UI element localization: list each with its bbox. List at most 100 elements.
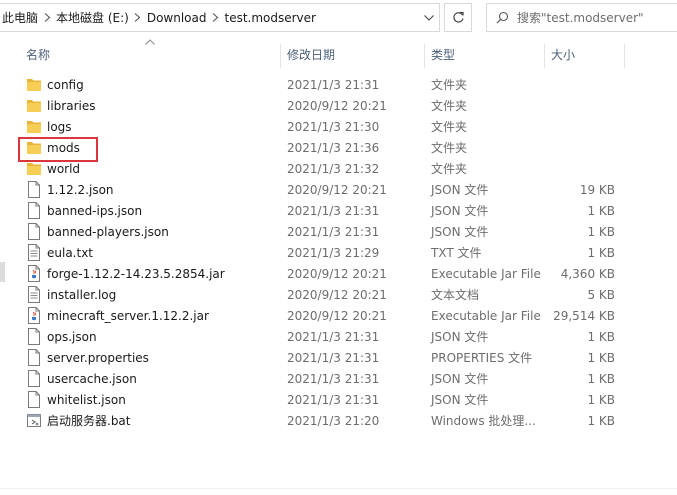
file-row-usercache-json[interactable]: usercache.json 2021/1/3 21:31 JSON 文件 1 KB (0, 368, 677, 389)
file-size: 1 KB (587, 371, 615, 386)
file-type: 文件夹 (431, 141, 468, 155)
file-type: 文本文档 (431, 288, 480, 302)
column-type-header[interactable]: 类型 (431, 38, 455, 70)
file-name: logs (47, 119, 72, 134)
file-date: 2021/1/3 21:31 (287, 224, 380, 239)
file-size: 1 KB (587, 350, 615, 365)
file-row-banned-players-json[interactable]: banned-players.json 2021/1/3 21:31 JSON 文件… (0, 221, 677, 242)
column-divider[interactable] (544, 44, 545, 68)
file-icon (26, 181, 42, 198)
file-date: 2021/1/3 21:31 (287, 203, 380, 218)
file-row-banned-ips-json[interactable]: banned-ips.json 2021/1/3 21:31 JSON 文件 1 KB (0, 200, 677, 221)
status-divider (0, 488, 677, 489)
file-date: 2021/1/3 21:20 (287, 413, 380, 428)
file-name: usercache.json (47, 371, 137, 386)
file-icon (26, 328, 42, 345)
breadcrumb-this-pc[interactable]: 此电脑 (0, 9, 40, 26)
file-size: 19 KB (579, 182, 615, 197)
file-row--bat[interactable]: 启动服务器.bat 2021/1/3 21:20 Windows 批处理... 1 K… (0, 410, 677, 431)
folder-icon (26, 118, 42, 135)
file-type: TXT 文件 (431, 246, 482, 260)
file-date: 2020/9/12 20:21 (287, 182, 387, 197)
file-size: 1 KB (587, 392, 615, 407)
file-icon (26, 370, 42, 387)
column-name-header[interactable]: 名称 (26, 38, 50, 70)
file-row-ops-json[interactable]: ops.json 2021/1/3 21:31 JSON 文件 1 KB (0, 326, 677, 347)
file-date: 2020/9/12 20:21 (287, 266, 387, 281)
file-row-minecraft-server-1-12-2-jar[interactable]: minecraft_server.1.12.2.jar 2020/9/12 20:… (0, 305, 677, 326)
file-row-eula-txt[interactable]: eula.txt 2021/1/3 21:29 TXT 文件 1 KB (0, 242, 677, 263)
file-date: 2020/9/12 20:21 (287, 287, 387, 302)
navigation-bar: 此电脑 本地磁盘 (E:) Download test.modserver 搜索… (0, 0, 677, 38)
breadcrumb-separator-icon[interactable] (40, 4, 54, 31)
file-row-mods[interactable]: mods 2021/1/3 21:36 文件夹 (0, 137, 677, 158)
column-header: 名称 修改日期 类型 大小 (0, 38, 677, 70)
file-type: JSON 文件 (431, 225, 489, 239)
file-row-world[interactable]: world 2021/1/3 21:32 文件夹 (0, 158, 677, 179)
file-row-installer-log[interactable]: installer.log 2020/9/12 20:21 文本文档 5 KB (0, 284, 677, 305)
breadcrumb-separator-icon[interactable] (208, 4, 222, 31)
file-size: 1 KB (587, 413, 615, 428)
file-name: banned-players.json (47, 224, 169, 239)
file-name: server.properties (47, 350, 149, 365)
folder-icon (26, 160, 42, 177)
column-size-header[interactable]: 大小 (551, 38, 575, 70)
refresh-icon (452, 11, 464, 23)
breadcrumb-drive[interactable]: 本地磁盘 (E:) (54, 9, 131, 26)
file-row-forge-1-12-2-14-23-5-2854-jar[interactable]: forge-1.12.2-14.23.5.2854.jar 2020/9/12 2… (0, 263, 677, 284)
file-size: 1 KB (587, 203, 615, 218)
file-row-logs[interactable]: logs 2021/1/3 21:30 文件夹 (0, 116, 677, 137)
file-name: banned-ips.json (47, 203, 143, 218)
file-name: eula.txt (47, 245, 94, 260)
file-row-server-properties[interactable]: server.properties 2021/1/3 21:31 PROPERTIE… (0, 347, 677, 368)
file-row-libraries[interactable]: libraries 2020/9/12 20:21 文件夹 (0, 95, 677, 116)
file-type: PROPERTIES 文件 (431, 351, 533, 365)
file-name: config (47, 77, 84, 92)
navigation-pane-edge[interactable] (0, 262, 5, 282)
column-divider[interactable] (424, 44, 425, 68)
breadcrumb-download[interactable]: Download (145, 11, 209, 25)
file-date: 2021/1/3 21:32 (287, 161, 380, 176)
text-file-icon (26, 244, 42, 261)
jar-file-icon (26, 307, 42, 324)
file-row-1-12-2-json[interactable]: 1.12.2.json 2020/9/12 20:21 JSON 文件 19 KB (0, 179, 677, 200)
file-type: JSON 文件 (431, 393, 489, 407)
file-icon (26, 349, 42, 366)
breadcrumb-separator-icon[interactable] (131, 4, 145, 31)
address-bar[interactable]: 此电脑 本地磁盘 (E:) Download test.modserver (0, 3, 440, 32)
jar-file-icon (26, 265, 42, 282)
file-name: minecraft_server.1.12.2.jar (47, 308, 209, 323)
file-date: 2021/1/3 21:36 (287, 140, 380, 155)
file-date: 2021/1/3 21:29 (287, 245, 380, 260)
folder-icon (26, 97, 42, 114)
column-date-header[interactable]: 修改日期 (287, 38, 335, 70)
sort-ascending-icon (145, 39, 155, 45)
file-row-config[interactable]: config 2021/1/3 21:31 文件夹 (0, 74, 677, 95)
file-type: JSON 文件 (431, 372, 489, 386)
column-divider[interactable] (624, 44, 625, 68)
file-size: 1 KB (587, 245, 615, 260)
file-name: installer.log (47, 287, 117, 302)
file-type: Windows 批处理... (431, 414, 536, 428)
file-icon (26, 391, 42, 408)
file-date: 2020/9/12 20:21 (287, 308, 387, 323)
file-size: 29,514 KB (553, 308, 615, 323)
file-date: 2021/1/3 21:31 (287, 392, 380, 407)
file-type: JSON 文件 (431, 330, 489, 344)
mods-highlight-box (18, 137, 98, 162)
search-box[interactable]: 搜索"test.modserver" (486, 3, 677, 32)
breadcrumb-current-folder[interactable]: test.modserver (222, 11, 318, 25)
column-divider[interactable] (280, 44, 281, 68)
file-name: ops.json (47, 329, 97, 344)
text-file-icon (26, 286, 42, 303)
file-type: JSON 文件 (431, 204, 489, 218)
file-type: Executable Jar File (431, 266, 541, 281)
file-row-whitelist-json[interactable]: whitelist.json 2021/1/3 21:31 JSON 文件 1 KB (0, 389, 677, 410)
file-type: Executable Jar File (431, 308, 541, 323)
file-type: 文件夹 (431, 120, 468, 134)
batch-file-icon (26, 412, 42, 429)
file-type: 文件夹 (431, 99, 468, 113)
refresh-button[interactable] (444, 3, 472, 32)
search-input[interactable]: 搜索"test.modserver" (517, 9, 644, 26)
address-history-button[interactable] (418, 3, 440, 32)
